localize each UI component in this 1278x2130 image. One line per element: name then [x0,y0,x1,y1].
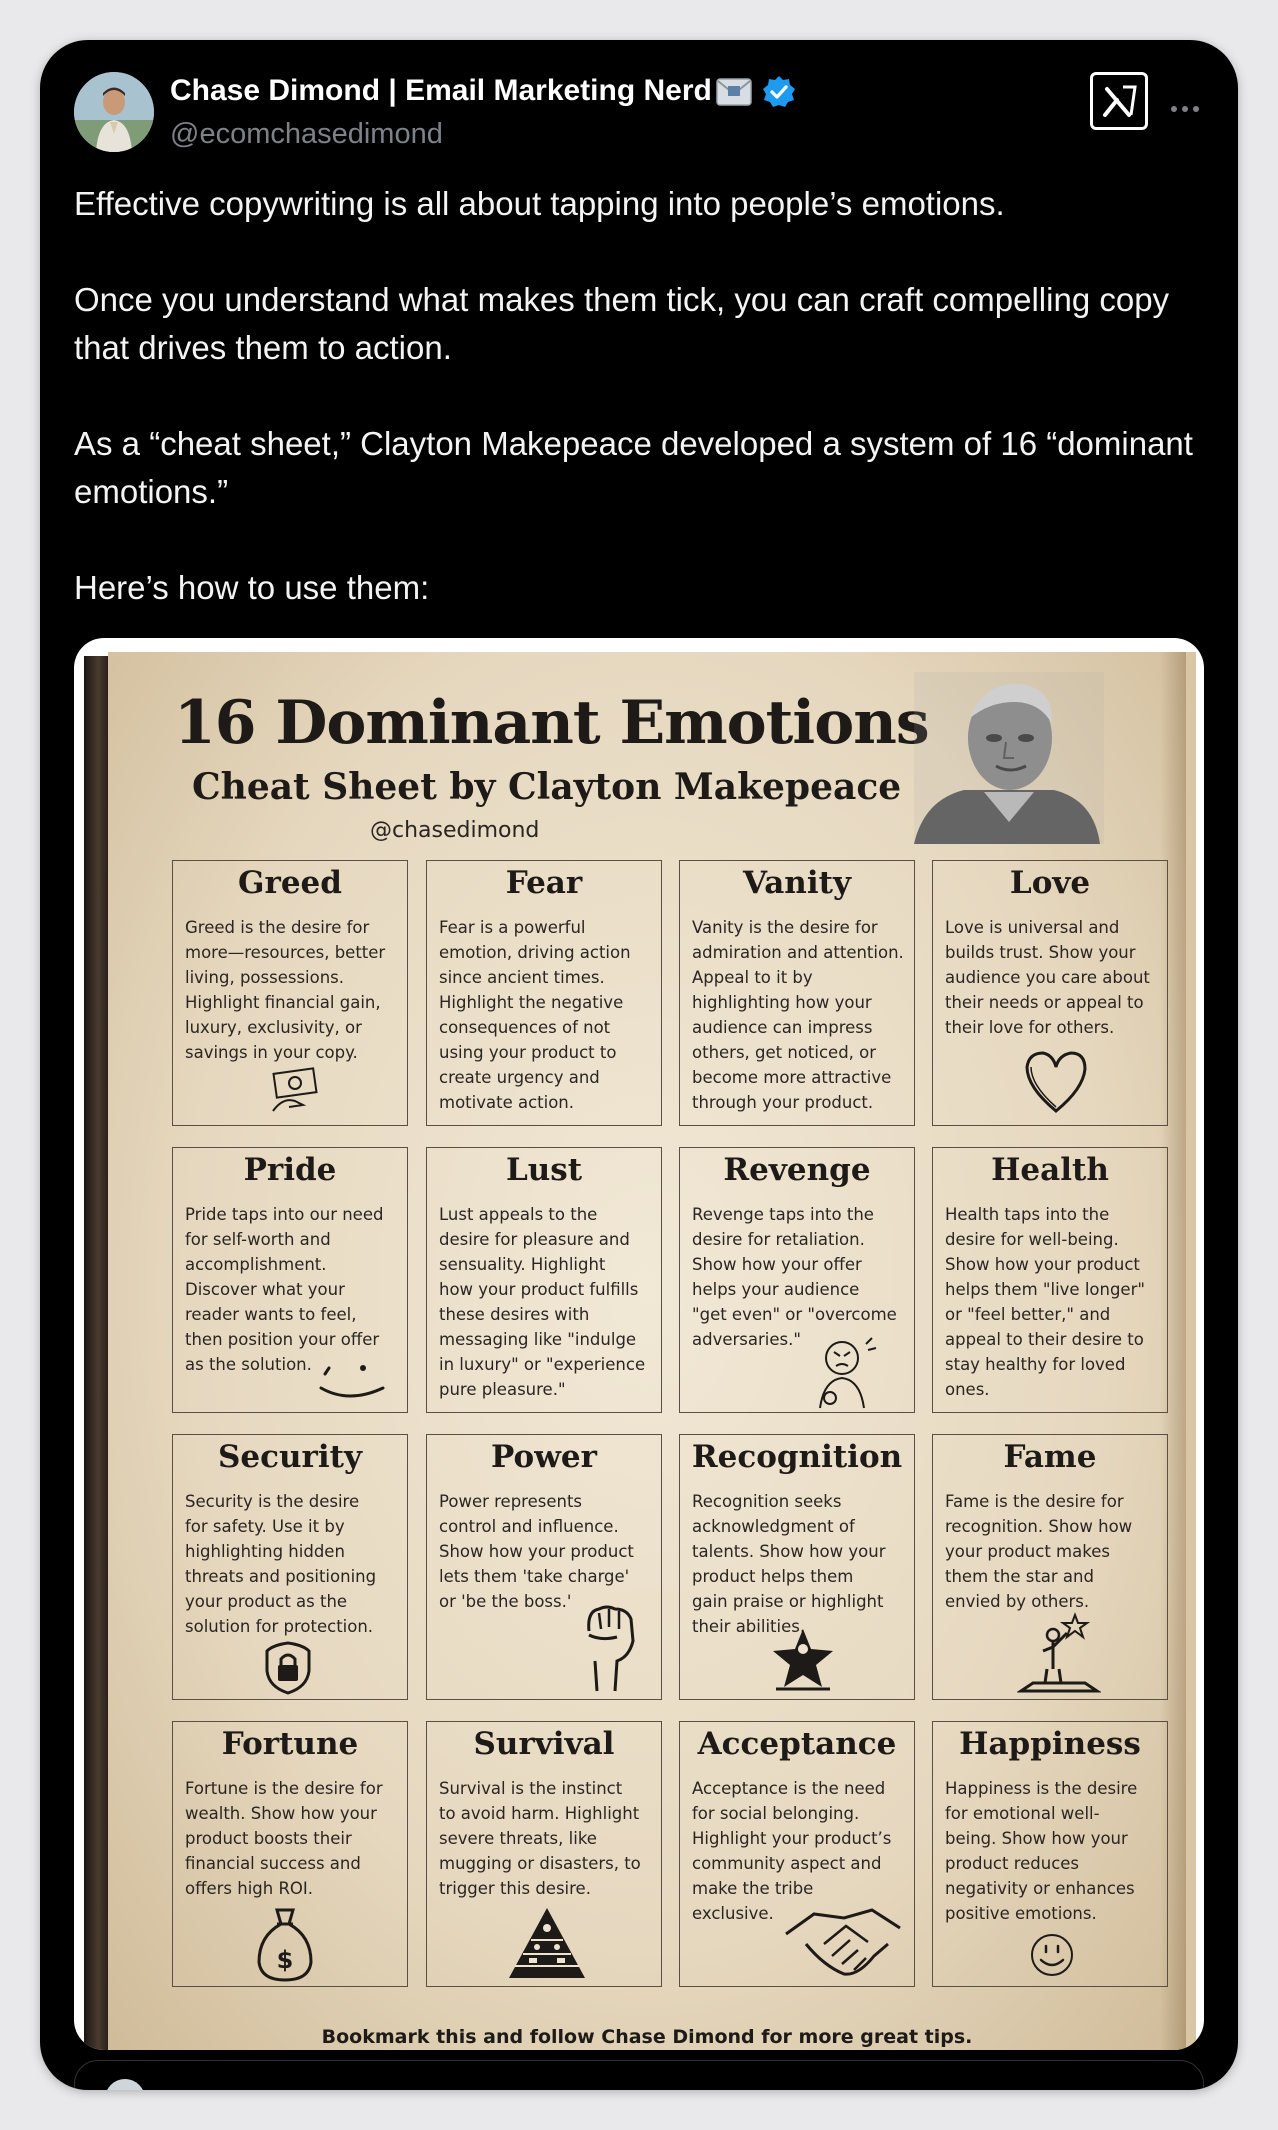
infographic-handle: @chasedimond [370,818,540,843]
emotion-description: Vanity is the desire for admiration and … [692,918,904,1112]
money-hand-icon [269,1067,321,1121]
emotion-title: Health [991,1152,1109,1188]
tweet-paragraph: As a “cheat sheet,” Clayton Makepeace de… [74,425,1193,510]
tweet-text: Effective copywriting is all about tappi… [74,180,1204,612]
author-avatar[interactable] [74,72,154,152]
tweet-paragraph: Effective copywriting is all about tappi… [74,185,1005,222]
emotion-card-security: Security Security is the desire for safe… [172,1434,408,1700]
emotion-card-vanity: Vanity Vanity is the desire for admirati… [679,860,915,1126]
emotion-title: Fortune [221,1726,359,1762]
emotion-description: Lust appeals to the desire for pleasure … [439,1205,646,1399]
author-handle[interactable]: @ecomchasedimond [170,118,443,151]
emotion-card-greed: Greed Greed is the desire for more—resou… [172,860,408,1126]
emotion-description: Love is universal and builds trust. Show… [945,918,1150,1037]
emotion-title: Recognition [691,1439,903,1475]
emotion-card-fear: Fear Fear is a powerful emotion, driving… [426,860,662,1126]
emotion-title: Lust [505,1152,583,1188]
smiley-face-icon [1029,1932,1075,1982]
tweet-card: Chase Dimond | Email Marketing Nerd @eco… [40,40,1238,2090]
emotion-card-happiness: Happiness Happiness is the desire for em… [932,1721,1168,1987]
lock-shield-icon [263,1641,313,1699]
emotion-description: Fame is the desire for recognition. Show… [945,1492,1133,1611]
tweet-paragraph: Once you understand what makes them tick… [74,281,1170,366]
more-options-icon[interactable] [1170,98,1200,117]
emotion-title: Fear [505,865,583,901]
infographic-title: 16 Dominant Emotions [174,688,930,758]
emotion-title: Fame [1003,1439,1097,1475]
emotion-title: Survival [473,1726,615,1762]
emotion-description: Fortune is the desire for wealth. Show h… [185,1779,383,1898]
emotion-title: Love [1009,865,1091,901]
emotion-card-fortune: Fortune Fortune is the desire for wealth… [172,1721,408,1987]
book-spine [84,656,108,2050]
quoted-post-preview[interactable] [74,2060,1204,2090]
emotion-description: Pride taps into our need for self-worth … [185,1205,384,1374]
emotion-card-revenge: Revenge Revenge taps into the desire for… [679,1147,915,1413]
star-person-icon [770,1625,836,1697]
infographic-subtitle: Cheat Sheet by Clayton Makepeace [192,766,902,808]
emotion-card-fame: Fame Fame is the desire for recognition.… [932,1434,1168,1700]
author-name[interactable]: Chase Dimond | Email Marketing Nerd [170,74,712,108]
handshake-icon [784,1904,902,1982]
emotion-description: Power represents control and influence. … [439,1492,634,1611]
emotion-description: Security is the desire for safety. Use i… [185,1492,377,1636]
smile-icon [315,1360,387,1408]
email-icon [716,78,752,110]
money-bag-icon: $ [255,1906,315,1986]
emotion-card-love: Love Love is universal and builds trust.… [932,860,1168,1126]
verified-badge-icon[interactable] [762,75,796,113]
svg-text:$: $ [277,1946,294,1974]
infographic-page: 16 Dominant Emotions Cheat Sheet by Clay… [108,652,1196,2050]
emotion-title: Happiness [959,1726,1141,1762]
emotion-card-health: Health Health taps into the desire for w… [932,1147,1168,1413]
angry-person-icon [810,1334,880,1414]
x-logo-icon[interactable] [1090,72,1148,130]
emotion-title: Acceptance [697,1726,897,1762]
emotion-title: Pride [243,1152,337,1188]
podium-star-icon [1016,1611,1102,1701]
pyramid-icon [507,1906,587,1984]
tweet-paragraph: Here’s how to use them: [74,569,430,606]
portrait-photo [914,672,1104,844]
emotion-card-acceptance: Acceptance Acceptance is the need for so… [679,1721,915,1987]
emotion-card-survival: Survival Survival is the instinct to avo… [426,1721,662,1987]
emotion-title: Security [218,1439,362,1475]
emotion-description: Revenge taps into the desire for retalia… [692,1205,897,1349]
heart-icon [1021,1047,1091,1121]
emotion-title: Greed [238,865,342,901]
raised-fist-icon [577,1601,641,1697]
emotion-description: Greed is the desire for more—resources, … [185,918,386,1062]
emotion-title: Vanity [743,865,851,901]
emotion-card-pride: Pride Pride taps into our need for self-… [172,1147,408,1413]
emotion-card-power: Power Power represents control and influ… [426,1434,662,1700]
emotion-title: Revenge [723,1152,871,1188]
emotion-description: Survival is the instinct to avoid harm. … [439,1779,641,1898]
tweet-media-image[interactable]: 16 Dominant Emotions Cheat Sheet by Clay… [74,638,1204,2050]
emotion-card-lust: Lust Lust appeals to the desire for plea… [426,1147,662,1413]
emotion-card-recognition: Recognition Recognition seeks acknowledg… [679,1434,915,1700]
emotion-description: Health taps into the desire for well-bei… [945,1205,1145,1399]
quoted-avatar [105,2079,145,2090]
emotion-description: Fear is a powerful emotion, driving acti… [439,918,631,1112]
emotion-description: Happiness is the desire for emotional we… [945,1779,1138,1923]
emotion-title: Power [491,1439,597,1475]
infographic-footer: Bookmark this and follow Chase Dimond fo… [321,2026,973,2048]
emotion-description: Recognition seeks acknowledgment of tale… [692,1492,886,1636]
